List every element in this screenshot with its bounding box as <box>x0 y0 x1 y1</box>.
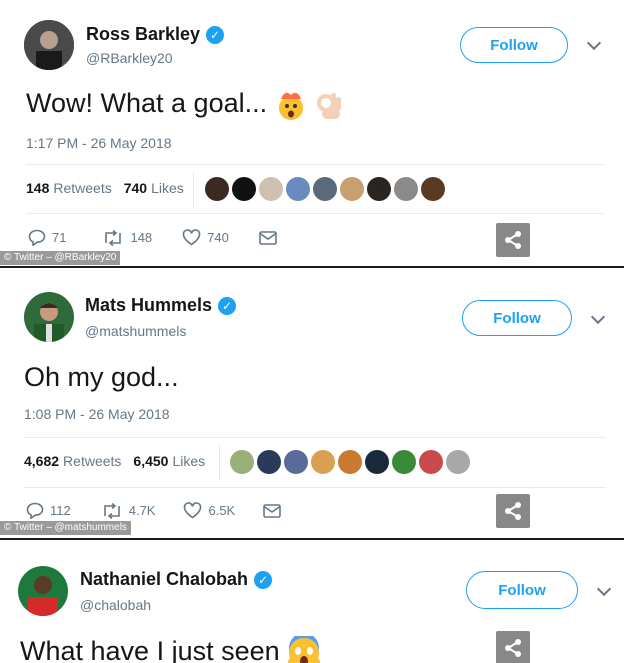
tweet-timestamp[interactable]: 1:08 PM - 26 May 2018 <box>24 406 170 422</box>
heart-icon <box>182 229 201 246</box>
verified-icon: ✓ <box>254 570 273 589</box>
reply-icon <box>28 229 46 246</box>
display-name[interactable]: Ross Barkley ✓ <box>86 24 225 45</box>
exploding-head-emoji <box>278 92 303 120</box>
liker-avatar[interactable] <box>338 450 362 474</box>
divider <box>24 437 606 438</box>
chevron-down-icon[interactable] <box>596 581 612 597</box>
liker-avatars[interactable] <box>230 450 470 474</box>
user-handle[interactable]: @matshummels <box>85 323 186 339</box>
heart-icon <box>184 502 202 519</box>
tweet-actions: 112 4.7K 6.5K <box>26 502 282 519</box>
likes-link[interactable]: Likes <box>151 180 184 196</box>
image-credit: © Twitter – @matshummels <box>0 521 131 535</box>
retweet-button[interactable]: 148 <box>102 229 152 246</box>
liker-avatar[interactable] <box>259 177 283 201</box>
retweet-icon <box>105 229 122 246</box>
display-name[interactable]: Nathaniel Chalobah ✓ <box>80 569 273 590</box>
liker-avatar[interactable] <box>446 450 470 474</box>
share-button[interactable] <box>496 494 530 528</box>
tweet-card: Ross Barkley ✓ @RBarkley20 Follow Wow! W… <box>0 0 624 266</box>
tweet-actions: 71 148 740 <box>28 229 277 246</box>
avatar[interactable] <box>18 566 68 616</box>
avatar[interactable] <box>24 292 74 342</box>
retweet-icon <box>103 502 120 519</box>
divider <box>26 164 604 165</box>
retweets-link[interactable]: Retweets <box>63 453 121 469</box>
verified-icon: ✓ <box>206 25 225 44</box>
chevron-down-icon[interactable] <box>586 35 602 51</box>
reply-button[interactable]: 112 <box>26 502 71 519</box>
image-credit: © Twitter – @RBarkley20 <box>0 251 121 265</box>
engagement-stats: 4,682 Retweets 6,450 Likes <box>24 453 206 469</box>
follow-button[interactable]: Follow <box>466 571 578 609</box>
share-button[interactable] <box>496 631 530 663</box>
liker-avatar[interactable] <box>394 177 418 201</box>
avatar[interactable] <box>24 20 74 70</box>
envelope-icon <box>263 503 282 518</box>
divider <box>24 487 606 488</box>
tweet-text: Wow! What a goal... <box>26 88 344 121</box>
retweets-link[interactable]: Retweets <box>53 180 111 196</box>
liker-avatar[interactable] <box>230 450 254 474</box>
direct-message-button[interactable] <box>263 503 282 518</box>
like-button[interactable]: 740 <box>182 229 229 246</box>
ok-hand-emoji <box>317 92 342 119</box>
liker-avatar[interactable] <box>392 450 416 474</box>
envelope-icon <box>259 230 277 245</box>
liker-avatar[interactable] <box>205 177 229 201</box>
user-handle[interactable]: @RBarkley20 <box>86 50 173 66</box>
liker-avatar[interactable] <box>257 450 281 474</box>
tweet-text: What have I just seen <box>20 636 321 663</box>
tweet-card: Nathaniel Chalobah ✓ @chalobah Follow Wh… <box>0 540 624 663</box>
chevron-down-icon[interactable] <box>590 309 606 325</box>
verified-icon: ✓ <box>218 296 237 315</box>
tweet-text: Oh my god... <box>24 362 179 392</box>
liker-avatar[interactable] <box>232 177 256 201</box>
liker-avatar[interactable] <box>419 450 443 474</box>
divider <box>26 213 604 214</box>
reply-icon <box>26 502 44 519</box>
liker-avatar[interactable] <box>367 177 391 201</box>
direct-message-button[interactable] <box>259 230 277 245</box>
liker-avatar[interactable] <box>421 177 445 201</box>
follow-button[interactable]: Follow <box>462 300 572 336</box>
liker-avatar[interactable] <box>365 450 389 474</box>
display-name[interactable]: Mats Hummels ✓ <box>85 295 237 316</box>
liker-avatar[interactable] <box>311 450 335 474</box>
liker-avatar[interactable] <box>313 177 337 201</box>
likes-link[interactable]: Likes <box>172 453 205 469</box>
divider <box>219 444 220 480</box>
engagement-stats: 148 Retweets 740 Likes <box>26 180 184 196</box>
liker-avatar[interactable] <box>284 450 308 474</box>
tweet-timestamp[interactable]: 1:17 PM - 26 May 2018 <box>26 135 172 151</box>
retweet-button[interactable]: 4.7K <box>101 502 155 519</box>
liker-avatar[interactable] <box>340 177 364 201</box>
tweet-card: Mats Hummels ✓ @matshummels Follow Oh my… <box>0 268 624 538</box>
share-icon <box>505 231 521 249</box>
divider <box>193 171 194 207</box>
liker-avatar[interactable] <box>286 177 310 201</box>
liker-avatars[interactable] <box>205 177 445 201</box>
share-icon <box>505 502 521 520</box>
user-handle[interactable]: @chalobah <box>80 597 151 613</box>
like-button[interactable]: 6.5K <box>183 502 235 519</box>
share-icon <box>505 639 521 657</box>
share-button[interactable] <box>496 223 530 257</box>
reply-button[interactable]: 71 <box>28 229 66 246</box>
follow-button[interactable]: Follow <box>460 27 568 63</box>
screaming-face-emoji <box>288 636 321 663</box>
